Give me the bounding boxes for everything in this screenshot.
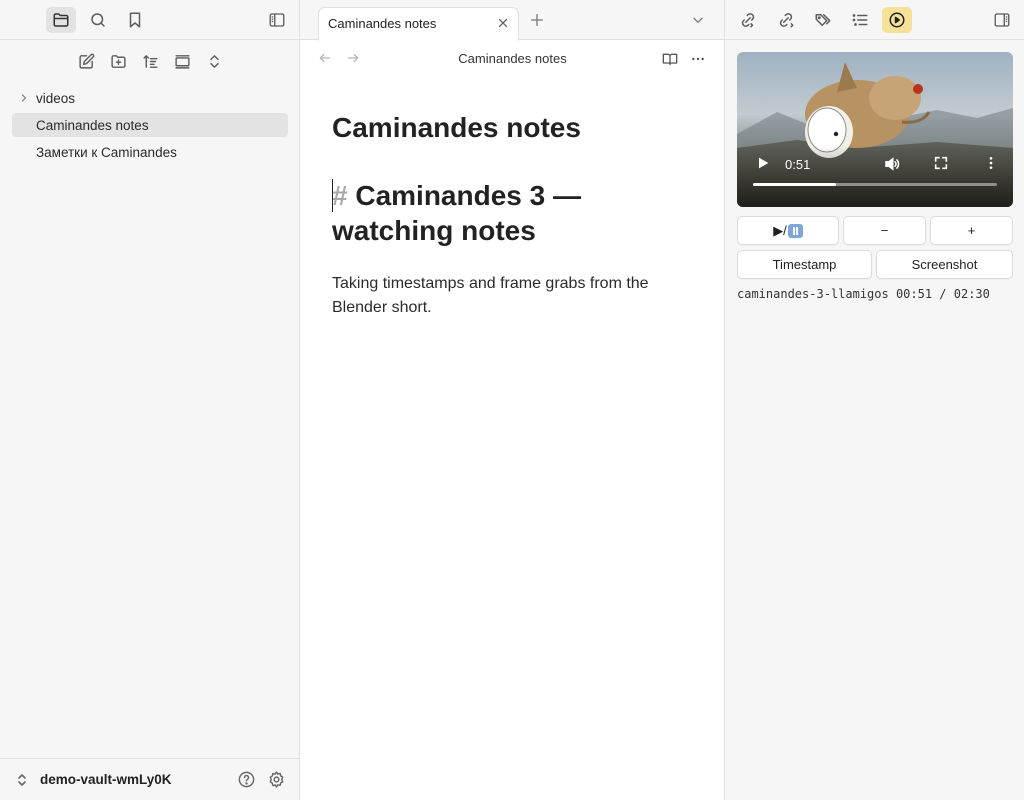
backlinks-tab-button[interactable] [733, 7, 763, 33]
heading-1[interactable]: # Caminandes 3 — watching notes [332, 178, 702, 248]
tags-icon [815, 14, 831, 26]
note-content[interactable]: Caminandes notes # Caminandes 3 — watchi… [332, 108, 702, 320]
file-tree: videos Caminandes notes Заметки к Camina… [12, 86, 288, 167]
tab-title: Caminandes notes [328, 16, 437, 31]
sort-icon [142, 54, 158, 68]
edit-icon [78, 53, 94, 69]
tree-file-caminandes-notes[interactable]: Caminandes notes [12, 113, 288, 137]
tab-bar: Caminandes notes [300, 0, 725, 41]
more-options-icon[interactable] [690, 51, 706, 67]
text-cursor [332, 179, 333, 212]
fullscreen-icon[interactable] [933, 155, 949, 171]
play-circle-icon [889, 12, 905, 28]
search-tab-button[interactable] [83, 7, 113, 33]
tree-folder-videos[interactable]: videos [12, 86, 288, 110]
search-icon [91, 13, 105, 27]
right-sidebar-header [725, 0, 1024, 40]
link-out-icon [779, 13, 794, 28]
video-controls: 0:51 [737, 145, 1013, 207]
left-sidebar: videos Caminandes notes Заметки к Camina… [0, 0, 300, 800]
reveal-icon [174, 54, 190, 69]
video-more-icon[interactable] [983, 155, 999, 171]
chevrons-up-down-icon [209, 54, 219, 68]
outline-tab-button[interactable] [845, 7, 875, 33]
sidebar-left-icon [269, 13, 285, 27]
new-note-button[interactable] [71, 48, 101, 74]
editor-pane: Caminandes notes Caminandes notes Camina… [300, 0, 725, 800]
book-open-icon[interactable] [662, 51, 678, 67]
bookmark-icon [129, 12, 141, 28]
seek-back-button[interactable]: − [843, 216, 926, 245]
sidebar-right-icon [994, 13, 1010, 27]
tree-item-label: videos [36, 90, 76, 106]
tab-caminandes-notes[interactable]: Caminandes notes [318, 7, 519, 41]
bookmarks-tab-button[interactable] [120, 7, 150, 33]
paragraph[interactable]: Taking timestamps and frame grabs from t… [332, 272, 702, 320]
tree-file-zametki[interactable]: Заметки к Caminandes [12, 140, 288, 164]
file-explorer-toolbar [0, 48, 300, 74]
vault-name[interactable]: demo-vault-wmLy0K [40, 772, 172, 787]
collapse-right-sidebar-button[interactable] [987, 7, 1017, 33]
close-icon[interactable] [496, 16, 510, 30]
screenshot-button[interactable]: Screenshot [876, 250, 1013, 279]
play-pause-button[interactable]: ▶/ [737, 216, 839, 245]
tags-tab-button[interactable] [808, 7, 838, 33]
tree-item-label: Заметки к Caminandes [36, 144, 177, 160]
vault-switcher-icon[interactable] [16, 772, 28, 788]
play-icon[interactable] [755, 155, 771, 171]
heading-text: Caminandes 3 — watching notes [332, 180, 581, 246]
tree-item-label: Caminandes notes [36, 117, 149, 133]
expand-all-button[interactable] [199, 48, 229, 74]
video-player-tab-button[interactable] [882, 7, 912, 33]
timestamp-label: Timestamp [772, 257, 837, 272]
chevron-right-icon [18, 92, 30, 104]
folder-plus-icon [110, 54, 126, 68]
seek-forward-button[interactable]: + [930, 216, 1013, 245]
help-icon[interactable] [237, 770, 256, 789]
outgoing-links-tab-button[interactable] [771, 7, 801, 33]
gear-icon[interactable] [267, 770, 286, 789]
timestamp-button[interactable]: Timestamp [737, 250, 872, 279]
video-progress-track[interactable] [753, 183, 997, 186]
auto-reveal-button[interactable] [167, 48, 197, 74]
vault-bar: demo-vault-wmLy0K [0, 758, 300, 800]
video-player[interactable]: 0:51 [737, 52, 1013, 207]
seek-forward-label: + [967, 223, 976, 238]
left-sidebar-header [0, 0, 299, 40]
seek-back-label: − [880, 223, 889, 238]
list-icon [852, 14, 868, 26]
video-progress-fill [753, 183, 836, 186]
volume-icon[interactable] [883, 155, 901, 173]
screenshot-label: Screenshot [911, 257, 978, 272]
new-folder-button[interactable] [103, 48, 133, 74]
chevron-down-icon[interactable] [691, 13, 705, 27]
view-header: Caminandes notes [300, 40, 725, 76]
play-pause-label: ▶/ [773, 222, 787, 238]
sort-button[interactable] [135, 48, 165, 74]
folder-icon [53, 13, 69, 27]
pause-icon [787, 223, 803, 238]
plus-icon[interactable] [529, 12, 545, 28]
link-in-icon [741, 13, 755, 28]
right-sidebar: 0:51 ▶/ − + Timestamp Screenshot caminan… [724, 0, 1024, 800]
collapse-left-sidebar-button[interactable] [262, 7, 292, 33]
inline-title[interactable]: Caminandes notes [332, 108, 702, 148]
heading-marker: # [332, 180, 356, 211]
video-current-time: 0:51 [785, 157, 811, 172]
playback-status: caminandes-3-llamigos 00:51 / 02:30 [737, 287, 990, 301]
files-tab-button[interactable] [46, 7, 76, 33]
